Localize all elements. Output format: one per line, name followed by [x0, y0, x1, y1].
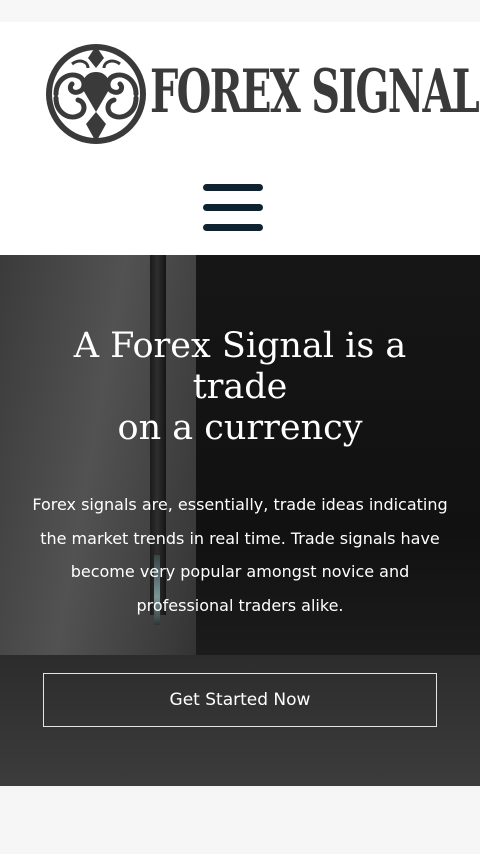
hero-title-line-1: A Forex Signal is a trade	[73, 326, 407, 407]
hamburger-menu-icon[interactable]	[200, 180, 266, 236]
ornament-emblem-icon	[46, 44, 146, 144]
brand-logo[interactable]: FOREX SIGNAL	[42, 42, 480, 146]
menu-bar-top	[203, 184, 263, 191]
get-started-button[interactable]: Get Started Now	[43, 673, 437, 727]
hero-title: A Forex Signal is a trade on a currency	[40, 326, 440, 449]
hero-section: A Forex Signal is a trade on a currency …	[0, 255, 480, 786]
brand-logo-text: FOREX SIGNAL	[150, 57, 480, 127]
hero-title-line-2: on a currency	[117, 408, 363, 448]
menu-bar-bottom	[203, 224, 263, 231]
next-section	[0, 786, 480, 854]
hero-description: Forex signals are, essentially, trade id…	[32, 495, 448, 615]
site-header: FOREX SIGNAL	[0, 22, 480, 255]
top-strip	[0, 0, 480, 23]
menu-bar-middle	[203, 204, 263, 211]
